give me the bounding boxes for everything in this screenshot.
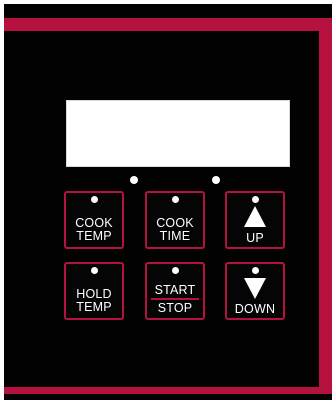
cook-time-led bbox=[172, 196, 179, 203]
start-stop-divider bbox=[151, 298, 199, 300]
right-trim-stripe bbox=[319, 18, 332, 394]
cook-time-label-line2: TIME bbox=[159, 229, 191, 243]
start-label: START bbox=[154, 283, 196, 297]
start-stop-led bbox=[172, 267, 179, 274]
down-label: DOWN bbox=[234, 302, 276, 316]
arrow-down-icon bbox=[244, 278, 266, 299]
hold-temp-button[interactable]: HOLD TEMP bbox=[64, 262, 124, 320]
top-trim-stripe bbox=[4, 18, 332, 31]
hold-temp-led bbox=[91, 267, 98, 274]
control-panel: COOK TEMP COOK TIME UP HOLD TEMP START S… bbox=[4, 4, 332, 400]
hold-temp-label-line2: TEMP bbox=[76, 300, 112, 314]
cook-temp-label-line2: TEMP bbox=[76, 229, 112, 243]
stop-label: STOP bbox=[157, 301, 193, 315]
down-button[interactable]: DOWN bbox=[225, 262, 285, 320]
cook-time-button[interactable]: COOK TIME bbox=[145, 191, 205, 249]
up-label: UP bbox=[246, 231, 264, 245]
cook-temp-led bbox=[91, 196, 98, 203]
bottom-trim-stripe bbox=[4, 387, 332, 394]
arrow-up-icon bbox=[244, 206, 266, 227]
cook-temp-button[interactable]: COOK TEMP bbox=[64, 191, 124, 249]
up-button[interactable]: UP bbox=[225, 191, 285, 249]
indicator-dot-left bbox=[130, 176, 138, 184]
display-screen bbox=[66, 100, 290, 167]
indicator-dot-right bbox=[212, 176, 220, 184]
start-stop-button[interactable]: START STOP bbox=[145, 262, 205, 320]
